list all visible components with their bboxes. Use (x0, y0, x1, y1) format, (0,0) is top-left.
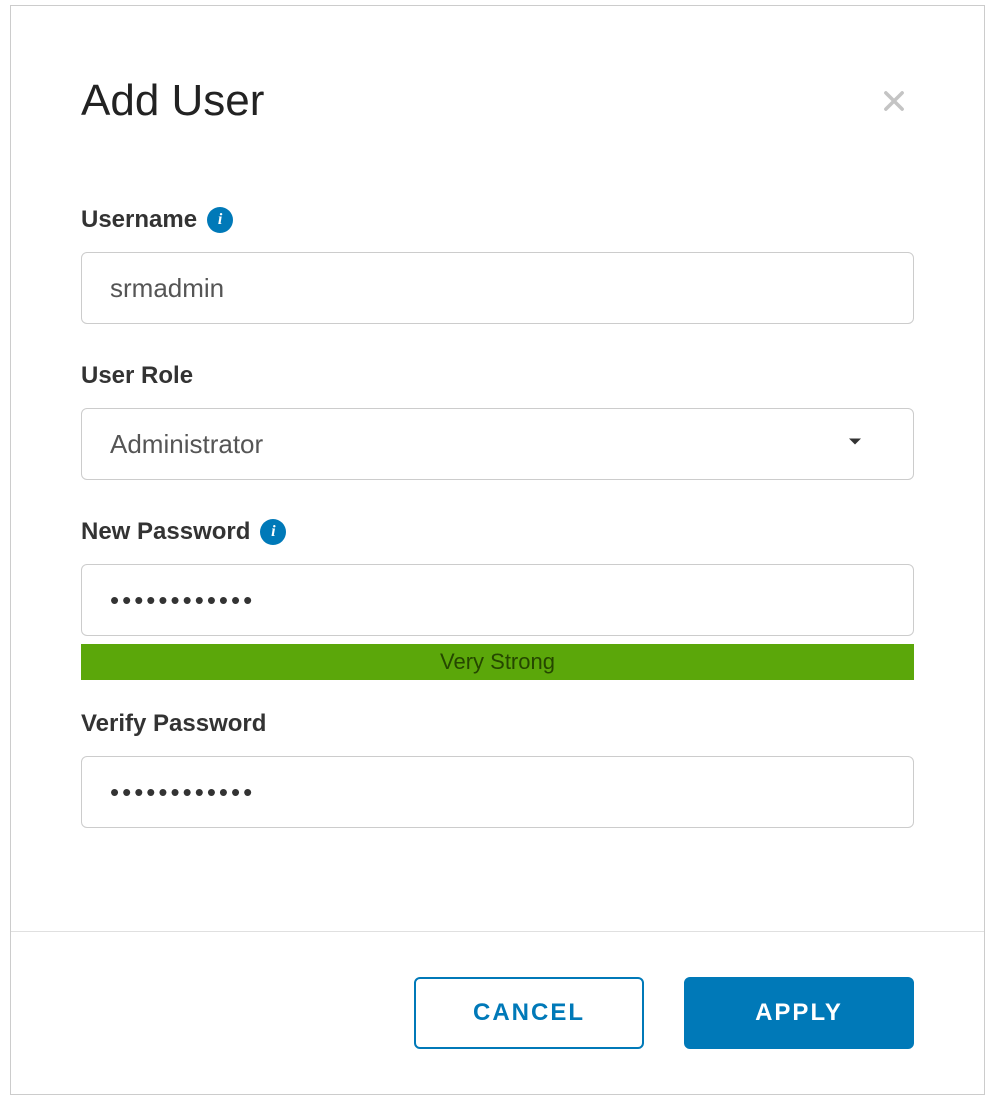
verify-password-field-group: Verify Password (81, 710, 914, 828)
new-password-field-group: New Password i Very Strong (81, 518, 914, 680)
username-field-group: Username i (81, 206, 914, 324)
username-label-row: Username i (81, 206, 914, 234)
new-password-label-row: New Password i (81, 518, 914, 546)
verify-password-input[interactable] (81, 756, 914, 828)
dialog-header: Add User (81, 76, 914, 126)
add-user-dialog: Add User Username i User Role Administra (10, 5, 985, 1095)
role-select-wrapper: Administrator (81, 408, 914, 480)
close-button[interactable] (874, 81, 914, 121)
info-icon[interactable]: i (260, 519, 286, 545)
role-label-row: User Role (81, 362, 914, 390)
role-label: User Role (81, 362, 193, 390)
dialog-title: Add User (81, 76, 264, 126)
verify-password-label: Verify Password (81, 710, 266, 738)
verify-password-label-row: Verify Password (81, 710, 914, 738)
username-label: Username (81, 206, 197, 234)
info-icon[interactable]: i (207, 207, 233, 233)
new-password-label: New Password (81, 518, 250, 546)
role-select[interactable]: Administrator (81, 408, 914, 480)
username-input[interactable] (81, 252, 914, 324)
cancel-button[interactable]: CANCEL (414, 977, 644, 1049)
role-field-group: User Role Administrator (81, 362, 914, 480)
apply-button[interactable]: APPLY (684, 977, 914, 1049)
dialog-body: Add User Username i User Role Administra (11, 6, 984, 931)
dialog-footer: CANCEL APPLY (11, 931, 984, 1094)
new-password-input[interactable] (81, 564, 914, 636)
close-icon (880, 87, 908, 115)
password-strength-bar: Very Strong (81, 644, 914, 680)
